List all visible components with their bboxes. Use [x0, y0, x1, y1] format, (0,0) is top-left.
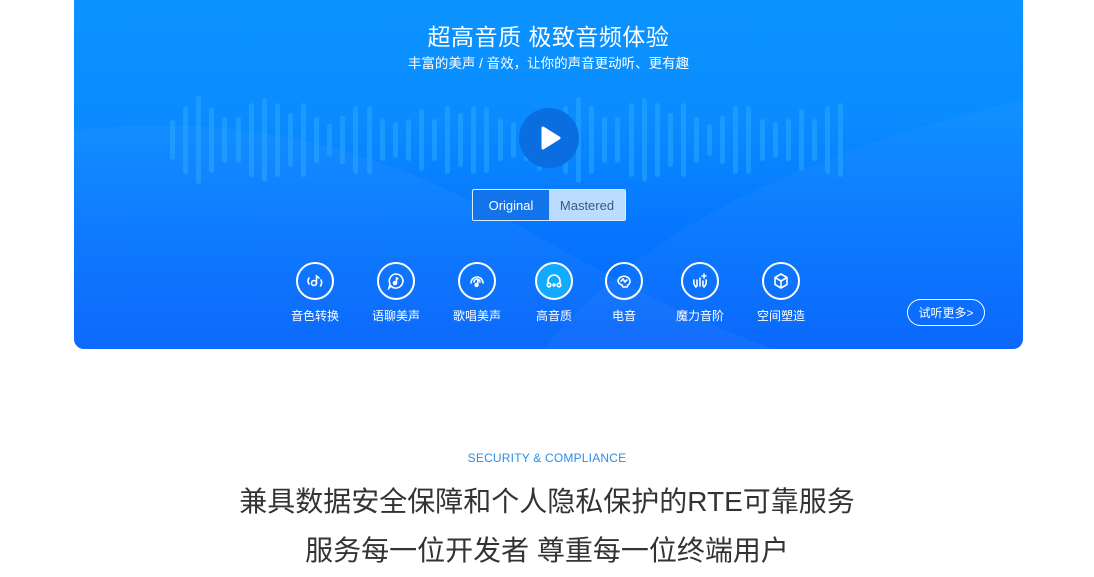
waveform-bar [405, 119, 411, 161]
hero-subtitle: 丰富的美声 / 音效，让你的声音更动听、更有趣 [407, 56, 690, 71]
headphones-icon [546, 274, 562, 288]
waveform-bar [641, 98, 647, 182]
play-button[interactable] [519, 108, 579, 168]
waveform-bar [418, 109, 424, 171]
waveform-bar [589, 106, 595, 174]
waveform-bar [707, 124, 713, 156]
waveform-bar [667, 113, 673, 167]
feature-spatial[interactable]: 空间塑造 [746, 262, 816, 324]
toggle-mastered[interactable]: Mastered [549, 190, 625, 220]
section-eyebrow: SECURITY & COMPLIANCE [467, 451, 627, 465]
waveform-bar [366, 106, 372, 174]
waveform-bar [170, 120, 175, 160]
feature-list: 音色转换 语聊美声 歌唱美声 高音质 电音 魔力音阶 空间塑造 [74, 262, 1023, 332]
waveform-bar [196, 96, 202, 184]
waveform-bar [183, 106, 189, 174]
feature-chat-voice[interactable]: 语聊美声 [361, 262, 431, 324]
cube-icon [774, 273, 788, 289]
waveform-bar [798, 109, 804, 171]
feature-voice-change[interactable]: 音色转换 [280, 262, 350, 324]
waveform-bar [654, 103, 660, 177]
waveform-bar [746, 106, 752, 174]
feature-label: 电音 [611, 309, 636, 323]
waveform-bar [432, 119, 437, 161]
singing-voice-icon [470, 276, 484, 288]
feature-magic-scale[interactable]: 魔力音阶 [665, 262, 735, 324]
waveform-bar [353, 106, 359, 174]
section-headline-line1: 兼具数据安全保障和个人隐私保护的RTE可靠服务 [239, 486, 855, 517]
waveform-bar [759, 119, 765, 161]
waveform-bar [825, 106, 830, 174]
feature-label: 歌唱美声 [452, 309, 501, 323]
waveform-bar [785, 119, 791, 161]
hero-title: 超高音质 极致音频体验 [427, 24, 670, 50]
listen-more-button[interactable]: 试听更多> [907, 299, 985, 326]
waveform-bar [274, 103, 280, 177]
play-icon [541, 126, 561, 150]
waveform-bar [222, 117, 228, 163]
waveform-bar [694, 117, 699, 163]
magic-scale-icon [692, 273, 708, 288]
waveform-bar [327, 124, 333, 156]
waveform-bar [379, 119, 385, 161]
waveform-bar [772, 122, 778, 158]
waveform-bar [497, 119, 503, 161]
waveform-bar [680, 103, 686, 177]
feature-label: 高音质 [535, 309, 572, 323]
waveform-bar [720, 116, 726, 164]
waveform-bar [602, 117, 608, 163]
feature-singing-voice[interactable]: 歌唱美声 [442, 262, 512, 324]
feature-label: 语聊美声 [371, 309, 420, 323]
waveform-bar [261, 98, 267, 182]
waveform-bar [628, 103, 634, 177]
voice-change-icon [307, 274, 323, 287]
waveform-bar [287, 113, 293, 167]
waveform-bar [392, 122, 398, 158]
feature-high-quality[interactable]: 高音质 [519, 262, 589, 324]
feature-label: 魔力音阶 [675, 309, 724, 323]
chat-voice-icon [387, 273, 404, 291]
waveform-bar [301, 103, 306, 177]
waveform-bar [248, 103, 254, 177]
waveform-bar [510, 122, 516, 158]
feature-label: 音色转换 [290, 309, 339, 323]
feature-label: 空间塑造 [756, 309, 805, 323]
waveform-bar [838, 103, 844, 177]
waveform-bar [235, 117, 241, 163]
waveform-bar [445, 106, 451, 174]
audio-hero-card: 超高音质 极致音频体验 丰富的美声 / 音效，让你的声音更动听、更有趣 Orig… [74, 0, 1023, 349]
waveform-bar [314, 117, 320, 163]
section-headline-line2: 服务每一位开发者 尊重每一位终端用户 [305, 535, 789, 566]
toggle-original[interactable]: Original [473, 190, 549, 220]
waveform-bar [209, 107, 215, 173]
waveform-bar [811, 119, 817, 161]
waveform-bar [458, 113, 464, 167]
waveform-bar [340, 116, 346, 164]
original-mastered-toggle: Original Mastered [472, 189, 626, 221]
electronic-icon [617, 275, 631, 288]
waveform-bar [733, 106, 739, 174]
feature-electronic[interactable]: 电音 [589, 262, 659, 324]
waveform-bar [471, 106, 477, 174]
waveform-bar [484, 107, 490, 173]
waveform-bar [615, 117, 621, 163]
